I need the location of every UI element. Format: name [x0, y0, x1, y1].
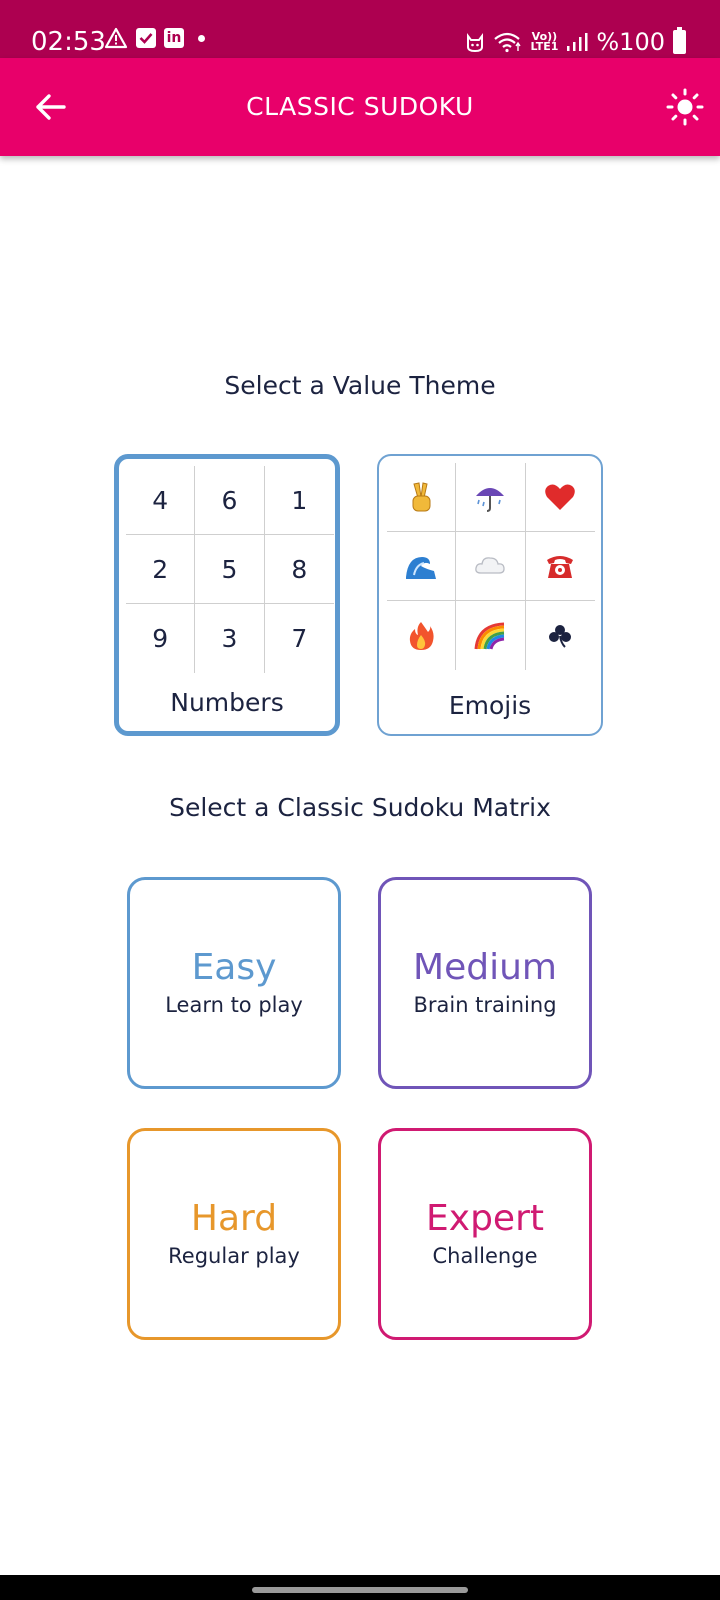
shamrock-emoji-icon	[526, 601, 595, 670]
grid-cell: 5	[195, 535, 265, 604]
difficulty-hard-button[interactable]: Hard Regular play	[127, 1128, 341, 1340]
grid-cell: 8	[264, 535, 334, 604]
battery-icon	[673, 27, 686, 54]
grid-cell: 6	[195, 466, 265, 535]
red-heart-emoji-icon	[525, 463, 595, 532]
value-theme-heading: Select a Value Theme	[224, 371, 496, 400]
theme-card-label: Emojis	[448, 691, 532, 720]
numbers-preview-grid: 4 6 1 2 5 8 9 3 7	[126, 466, 334, 673]
battery-percent: %100	[596, 28, 665, 56]
fire-emoji-icon	[387, 601, 457, 670]
cloud-emoji-icon	[456, 532, 526, 601]
grid-cell: 7	[291, 624, 308, 653]
difficulty-name: Expert	[426, 1198, 544, 1239]
difficulty-easy-button[interactable]: Easy Learn to play	[127, 877, 341, 1089]
grid-cell: 9	[126, 604, 196, 673]
status-system-icons: Vo)) LTE1 %100	[465, 27, 686, 57]
grid-cell: 3	[195, 604, 265, 673]
status-bar: 02:53 in Vo)) LTE1 %100	[0, 0, 720, 58]
matrix-heading: Select a Classic Sudoku Matrix	[169, 793, 551, 822]
rainbow-emoji-icon	[456, 601, 526, 670]
cat-icon	[466, 33, 483, 53]
theme-card-emojis[interactable]: Emojis	[377, 454, 603, 736]
grid-cell: 4	[126, 466, 196, 535]
check-box-icon	[136, 28, 156, 48]
difficulty-subtitle: Learn to play	[165, 993, 303, 1017]
network-type-icon: Vo)) LTE1	[530, 31, 559, 53]
difficulty-subtitle: Brain training	[413, 993, 557, 1017]
difficulty-subtitle: Regular play	[168, 1244, 300, 1268]
telephone-emoji-icon	[525, 532, 595, 601]
dot-icon	[198, 34, 205, 42]
warning-icon	[104, 27, 128, 49]
emojis-preview-grid	[387, 463, 595, 670]
difficulty-name: Easy	[191, 947, 277, 988]
grid-cell: 1	[264, 466, 334, 535]
theme-card-label: Numbers	[170, 688, 284, 717]
home-gesture-handle[interactable]	[252, 1587, 468, 1593]
network-label-bottom: LTE1	[530, 40, 559, 53]
difficulty-name: Hard	[190, 1198, 278, 1239]
wifi-icon	[493, 32, 521, 53]
water-wave-emoji-icon	[387, 532, 457, 601]
victory-hand-emoji-icon	[387, 463, 457, 532]
difficulty-subtitle: Challenge	[432, 1244, 538, 1268]
sun-icon[interactable]	[666, 88, 704, 126]
app-bar: CLASSIC SUDOKU	[0, 58, 720, 156]
page-title: CLASSIC SUDOKU	[246, 92, 474, 121]
grid-cell: 2	[126, 535, 196, 604]
umbrella-emoji-icon	[456, 463, 526, 532]
linkedin-icon: in	[164, 28, 184, 48]
difficulty-name: Medium	[413, 947, 557, 988]
signal-icon	[567, 33, 588, 51]
difficulty-medium-button[interactable]: Medium Brain training	[378, 877, 592, 1089]
status-notification-icons: in	[104, 27, 205, 49]
system-nav-bar	[0, 1575, 720, 1600]
theme-card-numbers[interactable]: 4 6 1 2 5 8 9 3 7 Numbers	[114, 454, 340, 736]
difficulty-expert-button[interactable]: Expert Challenge	[378, 1128, 592, 1340]
status-time: 02:53	[31, 27, 106, 57]
